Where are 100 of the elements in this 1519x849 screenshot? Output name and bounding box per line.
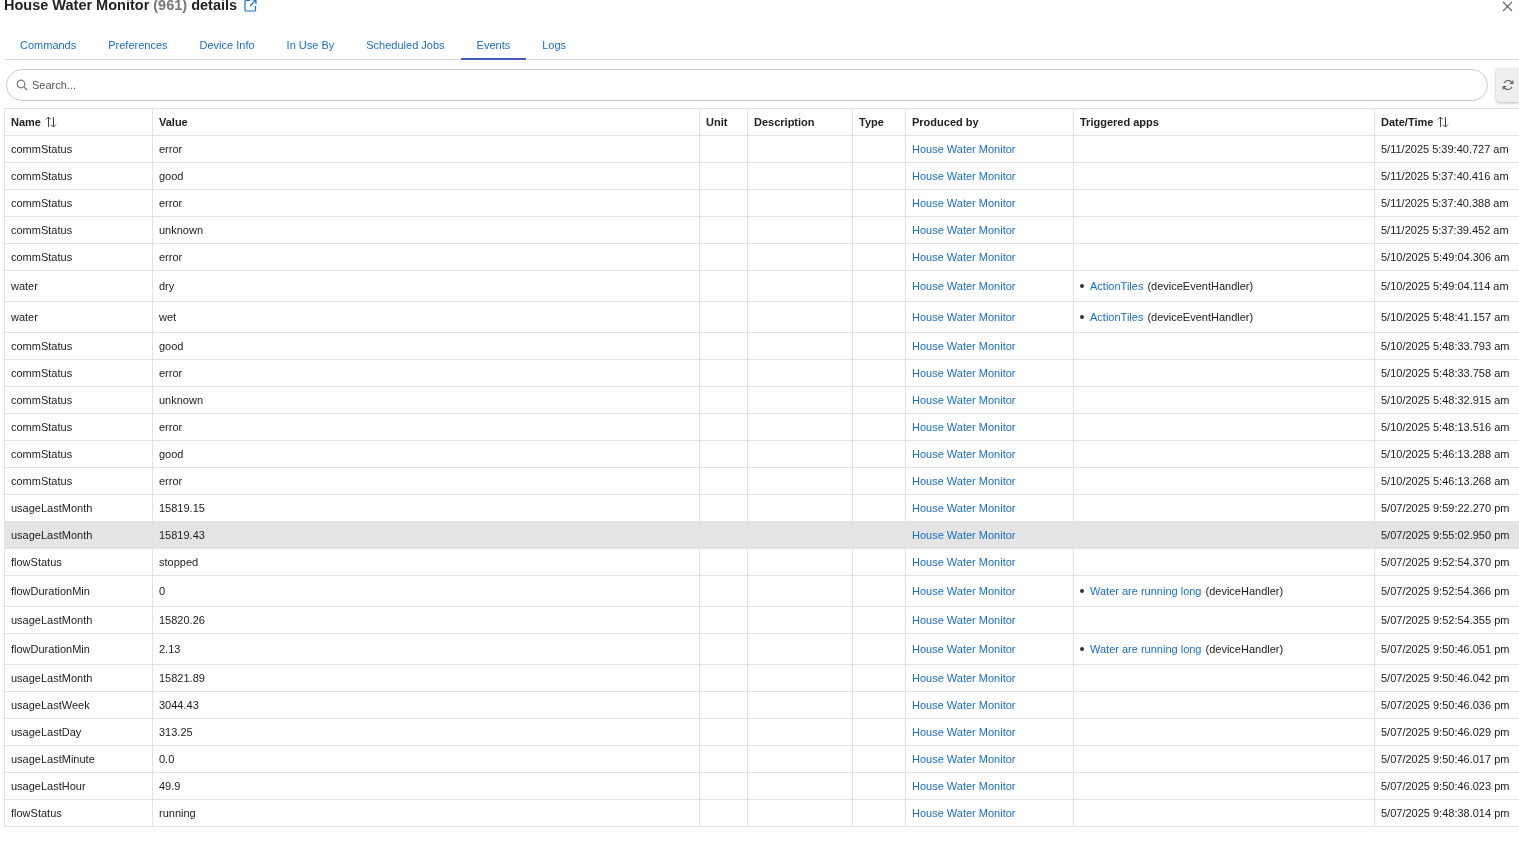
tab[interactable]: Scheduled Jobs [350,32,461,60]
table-cell: 0.0 [152,745,700,773]
table-cell: 313.25 [152,718,700,746]
table-cell: error [152,413,700,441]
title-suffix: details [191,0,238,13]
table-row[interactable]: usageLastMinute 0.0 House Water Monitor 5/07/2025 9:50:46.017 pm [4,745,1519,773]
app-link[interactable]: ActionTiles [1090,309,1144,324]
column-header: Produced by [905,108,1074,136]
table-cell: commStatus [4,359,153,387]
table-row[interactable]: water wet House Water Monitor ActionTiles (deviceEventHandler) 5/10/2025 5:48:41.157 am [4,301,1519,333]
table-row[interactable]: usageLastMonth 15819.43 House Water Monitor 5/07/2025 9:55:02.950 pm [4,521,1519,549]
table-row[interactable]: usageLastMonth 15820.26 House Water Monitor 5/07/2025 9:52:54.355 pm [4,606,1519,634]
refresh-button[interactable] [1496,68,1519,102]
table-cell: commStatus [4,413,153,441]
table-row[interactable]: flowDurationMin 2.13 House Water Monitor Water are running long (deviceHandler) 5/07/2025 9:50:46.051 pm [4,633,1519,665]
column-header: Triggered apps [1073,108,1375,136]
table-cell: wet [152,301,700,333]
tab[interactable]: Preferences [92,32,184,60]
bullet-icon [1080,283,1084,288]
table-row[interactable]: commStatus good House Water Monitor 5/11/2025 5:37:40.416 am [4,162,1519,190]
column-label[interactable]: Date/Time [1381,115,1434,129]
app-link[interactable]: ActionTiles [1090,278,1144,293]
table-cell: usageLastMonth [4,494,153,522]
table-cell: 2.13 [152,633,700,665]
table-row[interactable]: flowStatus running House Water Monitor 5/07/2025 9:48:38.014 pm [4,799,1519,827]
table-row[interactable]: water dry House Water Monitor ActionTiles (deviceEventHandler) 5/10/2025 5:49:04.114 am [4,270,1519,302]
table-cell: flowStatus [4,799,153,827]
table-cell: 5/07/2025 9:55:02.950 pm [1374,521,1519,549]
tab[interactable]: Device Info [183,32,271,60]
table-row[interactable]: commStatus good House Water Monitor 5/10/2025 5:46:13.288 am [4,440,1519,468]
table-cell: error [152,359,700,387]
tab[interactable]: In Use By [270,32,351,60]
table-row[interactable]: commStatus good House Water Monitor 5/10/2025 5:48:33.793 am [4,332,1519,360]
sort-icon[interactable] [1437,116,1450,128]
device-id: (961) [153,0,188,13]
table-cell: usageLastDay [4,718,153,746]
window-title: House Water Monitor [4,0,150,13]
table-row[interactable]: commStatus error House Water Monitor 5/10/2025 5:48:33.758 am [4,359,1519,387]
app-link[interactable]: Water are running long [1090,583,1202,598]
table-cell: usageLastMonth [4,664,153,692]
table-cell: flowDurationMin [4,575,153,607]
app-link[interactable]: Water are running long [1090,641,1202,656]
table-row[interactable]: flowDurationMin 0 House Water Monitor Water are running long (deviceHandler) 5/07/2025 9:52:54.366 pm [4,575,1519,607]
table-row[interactable]: commStatus error House Water Monitor 5/10/2025 5:48:13.516 am [4,413,1519,441]
table-cell: commStatus [4,243,153,271]
tab[interactable]: Logs [526,32,583,60]
table-cell: unknown [152,216,700,244]
bullet-icon [1080,314,1084,319]
table-row[interactable]: flowStatus stopped House Water Monitor 5/07/2025 9:52:54.370 pm [4,548,1519,576]
table-cell: good [152,440,700,468]
handler-name: (deviceEventHandler) [1147,278,1254,293]
table-cell: good [152,162,700,190]
table-row[interactable]: usageLastDay 313.25 House Water Monitor 5/07/2025 9:50:46.029 pm [4,718,1519,746]
table-row[interactable]: commStatus error House Water Monitor 5/11/2025 5:37:40.388 am [4,189,1519,217]
table-cell: 3044.43 [152,691,700,719]
table-cell: 49.9 [152,772,700,800]
handler-name: (deviceEventHandler) [1147,309,1254,324]
table-cell: commStatus [4,189,153,217]
table-cell: stopped [152,548,700,576]
handler-name: (deviceHandler) [1205,641,1284,656]
table-cell: error [152,189,700,217]
bullet-icon [1080,646,1084,651]
table-cell: commStatus [4,467,153,495]
column-header: Description [747,108,853,136]
table-row[interactable]: usageLastWeek 3044.43 House Water Monitor 5/07/2025 9:50:46.036 pm [4,691,1519,719]
table-row[interactable]: commStatus unknown House Water Monitor 5/10/2025 5:48:32.915 am [4,386,1519,414]
column-header: Value [152,108,700,136]
table-cell: 15819.43 [152,521,700,549]
table-cell: commStatus [4,216,153,244]
table-row[interactable]: commStatus unknown House Water Monitor 5/11/2025 5:37:39.452 am [4,216,1519,244]
table-cell: usageLastMinute [4,745,153,773]
table-cell: 0 [152,575,700,607]
table-row[interactable]: commStatus error House Water Monitor 5/10/2025 5:46:13.268 am [4,467,1519,495]
table-row[interactable]: usageLastMonth 15819.15 House Water Monitor 5/07/2025 9:59:22.270 pm [4,494,1519,522]
external-link-icon[interactable] [244,0,258,12]
table-cell: 15820.26 [152,606,700,634]
bullet-icon [1080,588,1084,593]
table-cell: usageLastMonth [4,521,153,549]
table-cell: water [4,270,153,302]
table-cell: commStatus [4,162,153,190]
table-row[interactable]: usageLastMonth 15821.89 House Water Monitor 5/07/2025 9:50:46.042 pm [4,664,1519,692]
table-row[interactable]: commStatus error House Water Monitor 5/11/2025 5:39:40.727 am [4,135,1519,163]
tab[interactable]: Commands [4,32,93,60]
table-cell: error [152,243,700,271]
table-row[interactable]: usageLastHour 49.9 House Water Monitor 5/07/2025 9:50:46.023 pm [4,772,1519,800]
table-cell: flowStatus [4,548,153,576]
table-cell: error [152,135,700,163]
handler-name: (deviceHandler) [1205,583,1284,598]
table-cell: usageLastWeek [4,691,153,719]
table-cell: error [152,467,700,495]
table-row[interactable]: commStatus error House Water Monitor 5/10/2025 5:49:04.306 am [4,243,1519,271]
search-field[interactable]: Search... [6,69,1488,101]
search-icon [16,79,28,91]
table-cell: 15821.89 [152,664,700,692]
sort-icon[interactable] [44,116,57,128]
table-cell: flowDurationMin [4,633,153,665]
close-icon[interactable] [1502,1,1513,12]
tab[interactable]: Events [460,32,527,60]
table-cell: dry [152,270,700,302]
column-label[interactable]: Name [11,115,41,129]
